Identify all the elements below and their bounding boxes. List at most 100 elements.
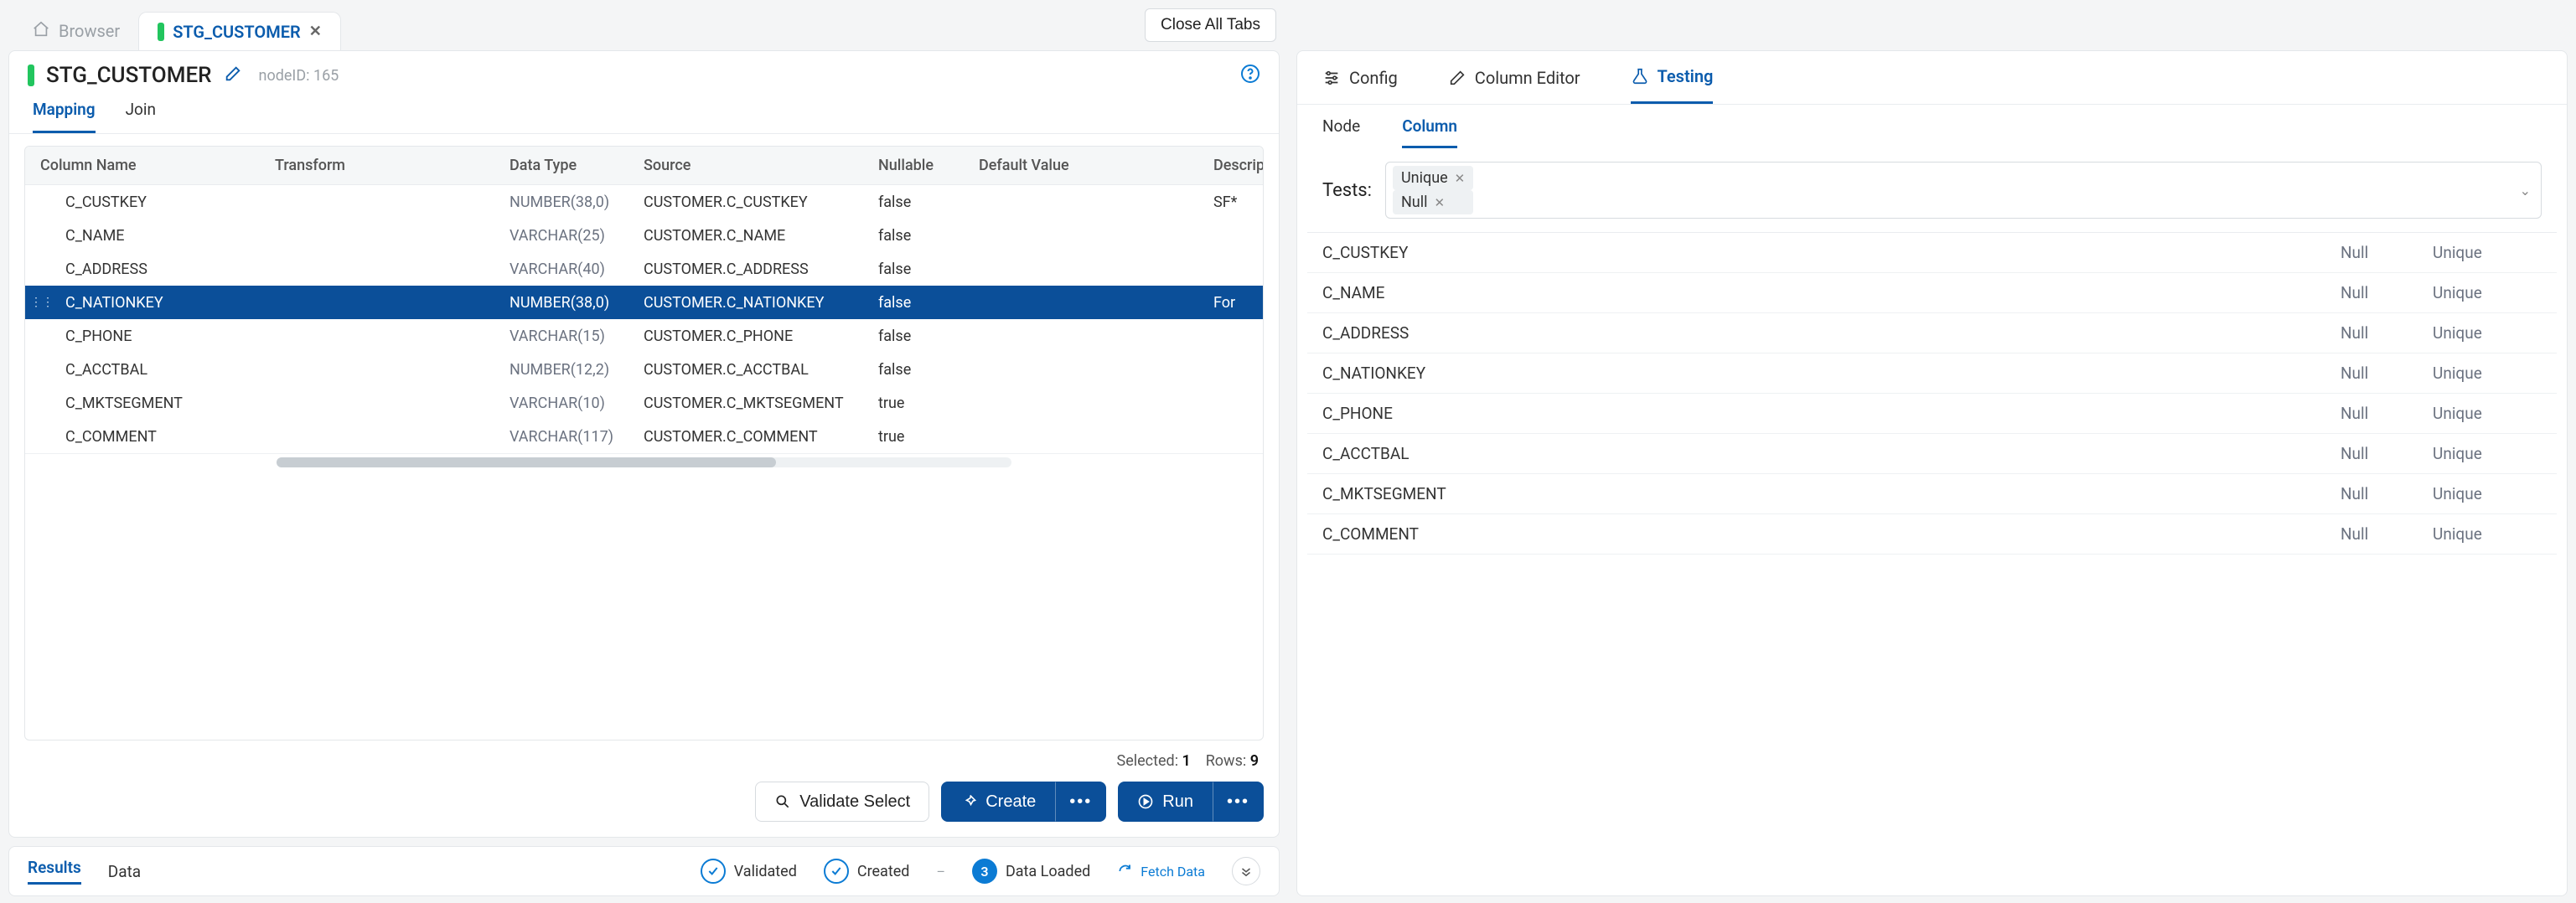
test-row[interactable]: C_CUSTKEYNullUnique: [1307, 233, 2557, 273]
test-null-cell[interactable]: Null: [2341, 243, 2433, 262]
node-editor-card: STG_CUSTOMER nodeID: 165 Mapping Join Co…: [8, 50, 1280, 838]
test-unique-cell[interactable]: Unique: [2433, 323, 2542, 343]
remove-tag-icon[interactable]: ✕: [1435, 195, 1446, 210]
status-validated: Validated: [701, 859, 797, 884]
test-unique-cell[interactable]: Unique: [2433, 524, 2542, 544]
test-col-name: C_NAME: [1322, 283, 2341, 302]
tab-results[interactable]: Results: [28, 858, 81, 885]
test-row[interactable]: C_NATIONKEYNullUnique: [1307, 353, 2557, 394]
pencil-icon: [1448, 69, 1466, 87]
cell-source: CUSTOMER.C_NAME: [644, 227, 878, 245]
th-data-type[interactable]: Data Type: [510, 157, 644, 174]
test-null-cell[interactable]: Null: [2341, 524, 2433, 544]
chevron-down-icon: ⌄: [2520, 183, 2531, 199]
test-row[interactable]: C_COMMENTNullUnique: [1307, 514, 2557, 555]
test-row[interactable]: C_PHONENullUnique: [1307, 394, 2557, 434]
th-default-value[interactable]: Default Value: [979, 157, 1213, 174]
tests-table: C_CUSTKEYNullUniqueC_NAMENullUniqueC_ADD…: [1307, 232, 2557, 885]
node-type-pill: [158, 23, 164, 41]
test-col-name: C_NATIONKEY: [1322, 364, 2341, 383]
test-row[interactable]: C_ACCTBALNullUnique: [1307, 434, 2557, 474]
test-unique-cell[interactable]: Unique: [2433, 404, 2542, 423]
cell-data-type: VARCHAR(25): [510, 227, 644, 245]
cell-data-type: VARCHAR(117): [510, 428, 644, 446]
close-icon[interactable]: ✕: [309, 23, 322, 40]
test-tag[interactable]: Null✕: [1393, 190, 1473, 214]
horizontal-scrollbar[interactable]: [25, 453, 1263, 470]
test-null-cell[interactable]: Null: [2341, 364, 2433, 383]
cell-description: SF*: [1213, 194, 1248, 211]
cell-nullable: false: [878, 361, 979, 379]
th-nullable[interactable]: Nullable: [878, 157, 979, 174]
edit-icon[interactable]: [224, 64, 242, 86]
table-row[interactable]: C_ACCTBALNUMBER(12,2)CUSTOMER.C_ACCTBALf…: [25, 353, 1263, 386]
tab-bar: Browser STG_CUSTOMER ✕ Close All Tabs: [0, 0, 1288, 50]
table-row[interactable]: C_MKTSEGMENTVARCHAR(10)CUSTOMER.C_MKTSEG…: [25, 386, 1263, 420]
table-row[interactable]: C_CUSTKEYNUMBER(38,0)CUSTOMER.C_CUSTKEYf…: [25, 185, 1263, 219]
check-icon: [824, 859, 849, 884]
fetch-data-button[interactable]: Fetch Data: [1117, 863, 1205, 880]
test-null-cell[interactable]: Null: [2341, 484, 2433, 503]
tab-testing[interactable]: Testing: [1631, 66, 1714, 104]
th-column-name[interactable]: Column Name: [40, 157, 275, 174]
test-row[interactable]: C_MKTSEGMENTNullUnique: [1307, 474, 2557, 514]
test-tag[interactable]: Unique✕: [1393, 166, 1473, 190]
table-row[interactable]: ⋮⋮C_NATIONKEYNUMBER(38,0)CUSTOMER.C_NATI…: [25, 286, 1263, 319]
status-created: Created: [824, 859, 910, 884]
tab-column-editor[interactable]: Column Editor: [1448, 66, 1580, 104]
tab-mapping[interactable]: Mapping: [33, 100, 96, 133]
test-unique-cell[interactable]: Unique: [2433, 283, 2542, 302]
create-button[interactable]: Create: [941, 782, 1055, 822]
validate-select-button[interactable]: Validate Select: [755, 782, 929, 822]
th-source[interactable]: Source: [644, 157, 878, 174]
table-row[interactable]: C_PHONEVARCHAR(15)CUSTOMER.C_PHONEfalse: [25, 319, 1263, 353]
home-icon: [32, 20, 50, 43]
help-icon[interactable]: [1240, 64, 1260, 87]
test-unique-cell[interactable]: Unique: [2433, 243, 2542, 262]
remove-tag-icon[interactable]: ✕: [1455, 171, 1466, 186]
right-panel: Config Column Editor Testing Node Column…: [1296, 50, 2568, 896]
run-menu-button[interactable]: •••: [1213, 782, 1264, 822]
subtab-column[interactable]: Column: [1402, 116, 1457, 148]
tab-data[interactable]: Data: [108, 862, 141, 881]
tab-config[interactable]: Config: [1322, 66, 1398, 104]
cell-column-name: C_CUSTKEY: [40, 194, 275, 211]
tests-select[interactable]: Unique✕Null✕ ⌄: [1385, 162, 2542, 219]
test-col-name: C_CUSTKEY: [1322, 243, 2341, 262]
test-null-cell[interactable]: Null: [2341, 404, 2433, 423]
tab-stg-customer[interactable]: STG_CUSTOMER ✕: [138, 12, 341, 50]
table-row[interactable]: C_ADDRESSVARCHAR(40)CUSTOMER.C_ADDRESSfa…: [25, 252, 1263, 286]
close-all-tabs-button[interactable]: Close All Tabs: [1145, 8, 1276, 42]
tab-join[interactable]: Join: [126, 100, 156, 133]
run-button[interactable]: Run: [1118, 782, 1213, 822]
test-null-cell[interactable]: Null: [2341, 283, 2433, 302]
cell-data-type: NUMBER(38,0): [510, 194, 644, 211]
th-description[interactable]: Descript: [1213, 157, 1264, 174]
table-row[interactable]: C_COMMENTVARCHAR(117)CUSTOMER.C_COMMENTt…: [25, 420, 1263, 453]
check-icon: [701, 859, 726, 884]
table-header: Column Name Transform Data Type Source N…: [25, 147, 1263, 185]
cell-nullable: false: [878, 328, 979, 345]
test-unique-cell[interactable]: Unique: [2433, 364, 2542, 383]
tab-browser[interactable]: Browser: [13, 12, 138, 50]
test-null-cell[interactable]: Null: [2341, 323, 2433, 343]
cell-column-name: C_NAME: [40, 227, 275, 245]
test-unique-cell[interactable]: Unique: [2433, 444, 2542, 463]
create-menu-button[interactable]: •••: [1055, 782, 1106, 822]
cell-source: CUSTOMER.C_NATIONKEY: [644, 294, 878, 312]
subtab-node[interactable]: Node: [1322, 116, 1360, 148]
cell-column-name: C_MKTSEGMENT: [40, 395, 275, 412]
cell-data-type: VARCHAR(15): [510, 328, 644, 345]
test-null-cell[interactable]: Null: [2341, 444, 2433, 463]
chevron-down-icon[interactable]: [1232, 857, 1260, 885]
separator: –: [936, 864, 945, 880]
cell-source: CUSTOMER.C_ACCTBAL: [644, 361, 878, 379]
test-unique-cell[interactable]: Unique: [2433, 484, 2542, 503]
test-row[interactable]: C_ADDRESSNullUnique: [1307, 313, 2557, 353]
cell-data-type: VARCHAR(40): [510, 261, 644, 278]
cell-data-type: VARCHAR(10): [510, 395, 644, 412]
test-row[interactable]: C_NAMENullUnique: [1307, 273, 2557, 313]
drag-handle-icon[interactable]: ⋮⋮: [30, 296, 54, 309]
table-row[interactable]: C_NAMEVARCHAR(25)CUSTOMER.C_NAMEfalse: [25, 219, 1263, 252]
th-transform[interactable]: Transform: [275, 157, 510, 174]
